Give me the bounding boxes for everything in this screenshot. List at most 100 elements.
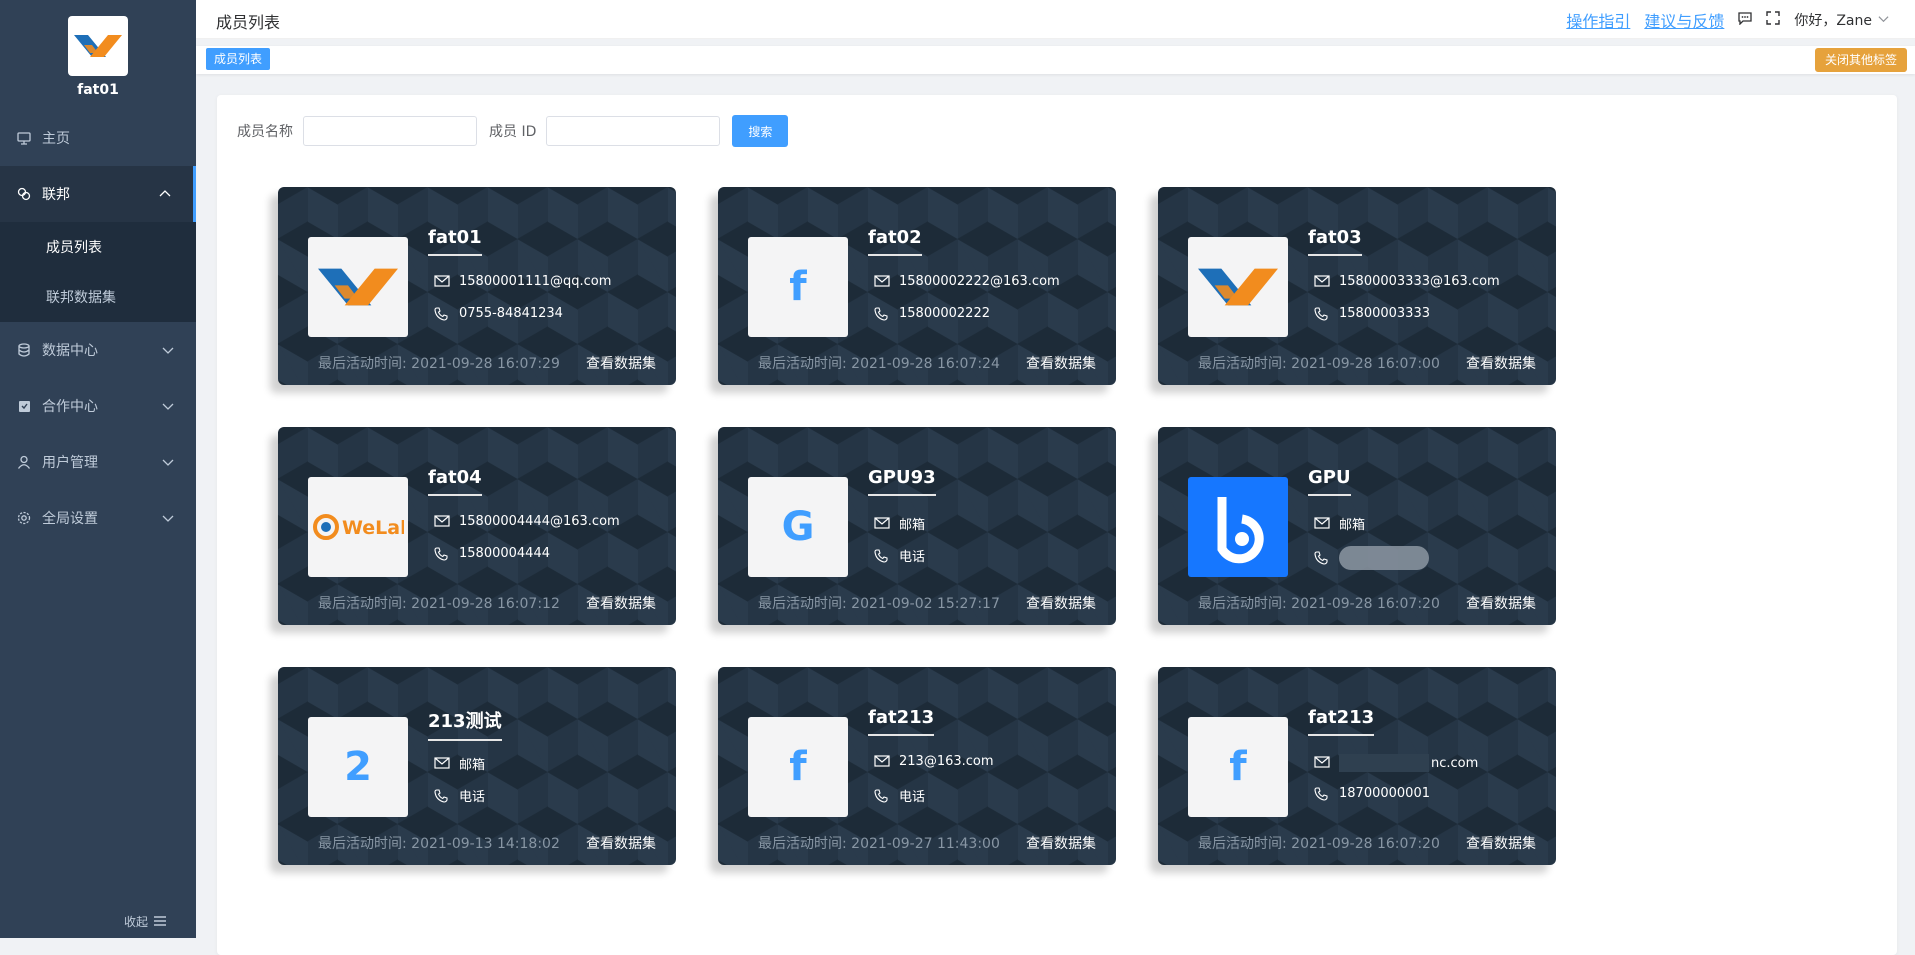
phone-icon (434, 788, 450, 803)
member-phone-value: 电话 (899, 550, 926, 565)
sidebar-item-label: 数据中心 (42, 343, 98, 359)
message-icon[interactable] (1738, 11, 1752, 29)
svg-text:WeLab: WeLab (342, 517, 404, 539)
sidebar-item-user-management[interactable]: 用户管理 (0, 434, 196, 490)
view-datasets-link[interactable]: 查看数据集 (586, 833, 656, 853)
mail-icon (434, 274, 450, 289)
clipboard-icon (16, 398, 32, 414)
view-datasets-link[interactable]: 查看数据集 (1026, 353, 1096, 373)
member-email-value: 邮箱 (459, 758, 486, 773)
member-phone: 电话 (434, 786, 485, 805)
phone-icon (874, 788, 890, 803)
last-active-time: 最后活动时间: 2021-09-02 15:27:17 (758, 596, 1000, 612)
last-active-time: 最后活动时间: 2021-09-28 16:07:12 (318, 596, 560, 612)
sidebar-item-label: 联邦 (42, 187, 70, 203)
view-datasets-link[interactable]: 查看数据集 (1026, 593, 1096, 613)
member-phone-value: 15800002222 (899, 306, 990, 321)
sidebar-submenu-federation: 成员列表 联邦数据集 (0, 222, 196, 322)
view-datasets-link[interactable]: 查看数据集 (1466, 353, 1536, 373)
mail-icon (1314, 756, 1330, 770)
phone-icon (1314, 551, 1330, 565)
member-card: fat03 15800003333@163.com 15800003333 最后… (1158, 187, 1556, 385)
member-card: 2 213测试 邮箱 电话 最后活动时间: 2021-09-13 14:18:0… (278, 667, 676, 865)
sidebar-item-home[interactable]: 主页 (0, 110, 196, 166)
tag-member-list[interactable]: 成员列表 (206, 48, 271, 70)
top-header: 成员列表 操作指引 建议与反馈 你好，Zane (196, 0, 1915, 39)
member-phone-value: 15800003333 (1339, 306, 1430, 321)
view-datasets-link[interactable]: 查看数据集 (1026, 833, 1096, 853)
sidebar-item-federation[interactable]: 联邦 (0, 166, 196, 222)
member-email-value: 邮箱 (1339, 518, 1366, 533)
b-logo-icon (1188, 477, 1288, 577)
view-datasets-link[interactable]: 查看数据集 (1466, 833, 1536, 853)
member-card: f fat213 nc.com 18700000001 最后活动时间: 2021… (1158, 667, 1556, 865)
search-button[interactable]: 搜索 (732, 115, 789, 147)
close-other-tags-button[interactable]: 关闭其他标签 (1814, 48, 1907, 72)
phone-icon (1314, 786, 1330, 801)
member-phone: 电话 (874, 546, 925, 565)
sidebar-item-cooperation-center[interactable]: 合作中心 (0, 378, 196, 434)
member-email: 213@163.com (874, 754, 994, 769)
chevron-down-icon (1878, 12, 1889, 28)
member-name: 213测试 (428, 707, 502, 741)
member-name: fat213 (1308, 707, 1375, 736)
phone-icon (434, 546, 450, 561)
member-email-value: 15800003333@163.com (1339, 274, 1500, 289)
phone-icon (874, 548, 890, 563)
member-phone: 0755-84841234 (434, 306, 563, 321)
mail-icon (874, 274, 890, 289)
member-name: fat213 (868, 707, 935, 736)
fullscreen-icon[interactable] (1766, 11, 1781, 29)
brand: fat01 (0, 0, 196, 110)
user-menu[interactable]: 你好，Zane (1794, 10, 1889, 30)
org-logo (68, 16, 128, 76)
member-phone-value: 电话 (899, 790, 926, 805)
view-datasets-link[interactable]: 查看数据集 (586, 353, 656, 373)
mail-icon (874, 516, 890, 531)
member-logo: f (748, 237, 848, 337)
member-email-value: 15800002222@163.com (899, 274, 1060, 289)
gear-icon (16, 510, 32, 526)
member-card: f fat02 15800002222@163.com 15800002222 … (718, 187, 1116, 385)
member-phone-value: 0755-84841234 (459, 306, 563, 321)
view-datasets-link[interactable]: 查看数据集 (1466, 593, 1536, 613)
chevron-down-icon (162, 512, 174, 528)
sidebar-item-member-list[interactable]: 成员列表 (0, 222, 196, 272)
phone-icon (874, 306, 890, 321)
redacted-phone (1339, 546, 1429, 570)
member-email: 邮箱 (1314, 514, 1365, 533)
member-phone (1314, 546, 1429, 570)
tags-view: 成员列表 关闭其他标签 (196, 46, 1915, 74)
member-email-value: nc.com (1431, 755, 1479, 771)
link-icon (16, 186, 32, 202)
collapse-sidebar-button[interactable]: 收起 (124, 913, 166, 930)
welab-logo-icon: WeLab (308, 477, 408, 577)
redacted-email (1339, 754, 1429, 772)
sidebar-item-federated-datasets[interactable]: 联邦数据集 (0, 272, 196, 322)
member-card: fat01 15800001111@qq.com 0755-84841234 最… (278, 187, 676, 385)
member-name-input[interactable] (303, 116, 477, 146)
operation-guide-link[interactable]: 操作指引 (1566, 8, 1630, 32)
chevron-up-icon (159, 188, 171, 204)
sidebar-item-label: 合作中心 (42, 399, 98, 415)
member-logo: f (748, 717, 848, 817)
sidebar-item-global-settings[interactable]: 全局设置 (0, 490, 196, 546)
sidebar-item-label: 主页 (42, 131, 70, 147)
feedback-link[interactable]: 建议与反馈 (1644, 8, 1724, 32)
mail-icon (1314, 516, 1330, 531)
sidebar: fat01 主页 联邦 成员列表 联邦数据集 数据中心 合作中心 用户管理 全局… (0, 0, 196, 938)
sidebar-item-data-center[interactable]: 数据中心 (0, 322, 196, 378)
member-id-input[interactable] (546, 116, 721, 146)
member-name-label: 成员名称 (237, 124, 293, 140)
member-phone: 18700000001 (1314, 786, 1430, 801)
member-phone: 15800004444 (434, 546, 550, 561)
view-datasets-link[interactable]: 查看数据集 (586, 593, 656, 613)
mail-icon (874, 754, 890, 769)
collapse-label: 收起 (123, 915, 148, 929)
search-form: 成员名称 成员 ID 搜索 (237, 115, 789, 147)
user-icon (16, 454, 32, 470)
member-email-value: 邮箱 (899, 518, 926, 533)
sidebar-item-label: 用户管理 (42, 455, 98, 471)
member-phone: 电话 (874, 786, 925, 805)
member-email: 邮箱 (434, 754, 485, 773)
